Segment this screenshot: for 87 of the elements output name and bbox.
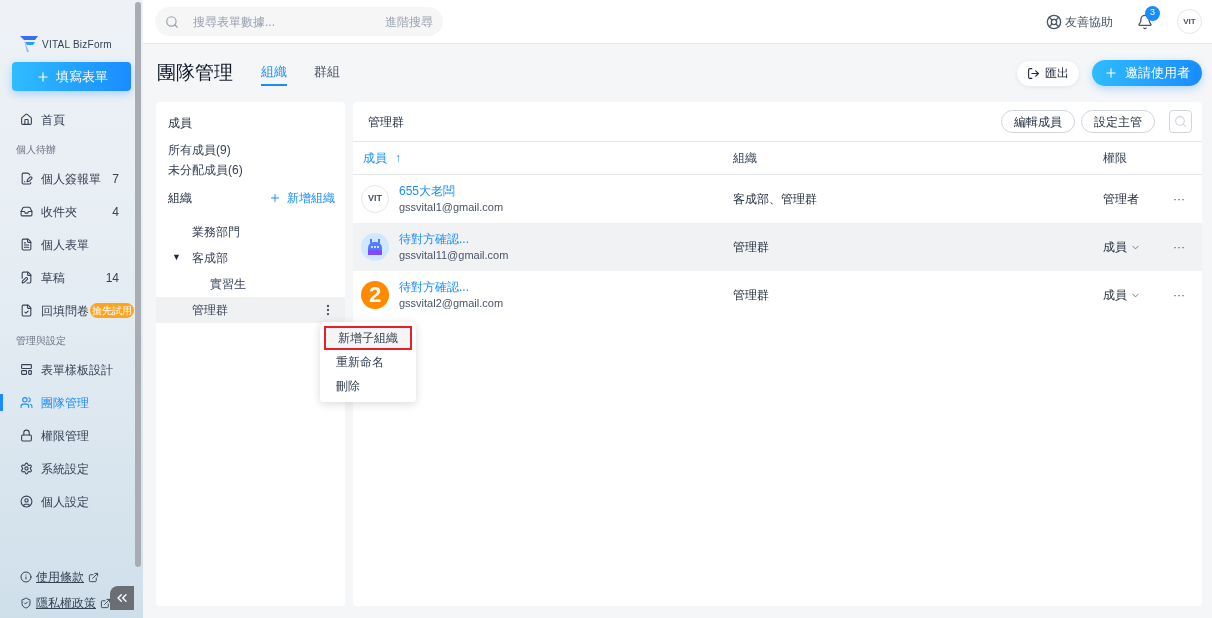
sort-arrow: ↑ — [395, 150, 401, 167]
user-avatar[interactable]: VIT — [1177, 9, 1202, 34]
sidebar-item[interactable]: 個人表單 — [0, 228, 143, 261]
lock-icon — [20, 429, 33, 442]
collapse-button[interactable] — [110, 586, 134, 610]
table-cell-text: 客成部、管理群 — [733, 191, 818, 208]
document-icon — [20, 238, 33, 251]
sidebar-item[interactable]: 系統設定 — [0, 452, 143, 485]
logo-icon — [20, 36, 38, 52]
plus-icon — [1104, 66, 1118, 80]
footer-link[interactable]: 隱私權政策 — [36, 594, 96, 612]
sidebar-item[interactable]: 首頁 — [0, 103, 143, 136]
sidebar-item[interactable]: 個人設定 — [0, 485, 143, 518]
export-icon — [1027, 66, 1040, 80]
panel-heading: 管理群 — [368, 113, 404, 131]
search-icon — [165, 14, 179, 29]
member-name[interactable]: 655大老闆 — [399, 183, 504, 199]
column-header[interactable]: 組織 — [733, 149, 1103, 167]
table-cell-text: 管理者 — [1103, 191, 1139, 208]
menu-item[interactable]: 重新命名 — [324, 350, 412, 374]
more-button[interactable]: ··· — [1173, 193, 1185, 205]
table-row[interactable]: 待對方確認... gssvital11@gmail.com 管理群 成員 ··· — [353, 223, 1202, 271]
user-circle-icon — [20, 495, 33, 508]
pen-document-icon — [20, 271, 33, 284]
more-button[interactable]: ··· — [1173, 241, 1185, 253]
section-label: 個人待辦 — [15, 142, 57, 157]
role-dropdown[interactable]: 成員 — [1103, 286, 1141, 304]
sidebar-item[interactable]: 個人簽報單 7 — [0, 162, 143, 195]
panel-heading: 成員 — [167, 115, 193, 132]
home-icon — [20, 113, 33, 126]
sidebar-item[interactable]: 表單樣板設計 — [0, 353, 143, 386]
footer-link[interactable]: 使用條款 — [36, 568, 84, 586]
number-avatar: 2 — [361, 281, 389, 309]
section-label: 管理與設定 — [15, 333, 67, 348]
tree-item[interactable]: 實習生 — [156, 271, 345, 297]
tree-item[interactable]: 管理群 — [156, 297, 345, 323]
template-icon — [20, 363, 33, 376]
panel-heading: 組織 — [168, 190, 192, 207]
sidebar-item[interactable]: 權限管理 — [0, 419, 143, 452]
logo-text: VITAL BizForm — [42, 37, 112, 52]
lifebuoy-icon — [1046, 13, 1062, 30]
scrollbar[interactable] — [135, 2, 141, 567]
shield-icon — [20, 597, 32, 609]
settings-icon — [20, 462, 33, 475]
info-icon — [20, 571, 32, 583]
check-document-icon — [20, 304, 33, 317]
bell-icon[interactable] — [1137, 13, 1153, 30]
sidebar-item[interactable]: 回填問卷 搶先試用 — [0, 294, 143, 327]
pen-document-icon — [20, 172, 33, 185]
member-name[interactable]: 待對方確認... — [399, 279, 504, 295]
page-title: 團隊管理 — [157, 60, 233, 85]
table-cell-text: 管理群 — [733, 287, 770, 304]
add-org-button[interactable]: 新增組織 — [269, 189, 335, 207]
member-filter[interactable]: 未分配成員(6) — [168, 162, 345, 179]
plus-icon — [35, 69, 50, 84]
column-header[interactable]: 成員 ↑ — [363, 149, 733, 167]
notification-count: 3 — [1145, 5, 1160, 21]
help-link[interactable]: 友善協助 — [1065, 12, 1113, 31]
plus-icon — [269, 192, 281, 204]
menu-item[interactable]: 新增子組織 — [324, 326, 412, 350]
external-link-icon — [88, 571, 99, 583]
external-link-icon — [100, 597, 111, 609]
member-email: gssvital11@gmail.com — [399, 248, 509, 263]
member-email: gssvital1@gmail.com — [399, 200, 504, 215]
column-header[interactable]: 權限 — [1103, 149, 1183, 167]
users-icon — [20, 396, 33, 409]
tree-item[interactable]: ▼ 客成部 — [156, 245, 345, 271]
avatar: VIT — [361, 185, 389, 213]
sidebar-item[interactable]: 草稿 14 — [0, 261, 143, 294]
search-icon — [1174, 115, 1187, 128]
member-filter[interactable]: 所有成員(9) — [168, 142, 345, 159]
sidebar-item[interactable]: 收件夾 4 — [0, 195, 143, 228]
trial-badge: 搶先試用 — [90, 303, 134, 318]
table-cell-text: 管理群 — [733, 239, 770, 256]
robot-avatar-icon — [361, 233, 389, 261]
export-button[interactable]: 匯出 — [1017, 60, 1079, 86]
inbox-icon — [20, 205, 33, 218]
count: 4 — [112, 203, 119, 221]
count: 14 — [105, 269, 119, 287]
role-dropdown[interactable]: 成員 — [1103, 238, 1141, 256]
more-button[interactable]: ··· — [1173, 289, 1185, 301]
tree-item[interactable]: 業務部門 — [156, 219, 345, 245]
menu-item[interactable]: 刪除 — [324, 374, 412, 398]
count: 7 — [112, 170, 119, 188]
tab[interactable]: 群組 — [314, 62, 340, 86]
caret-icon[interactable]: ▼ — [172, 251, 181, 265]
member-email: gssvital2@gmail.com — [399, 296, 504, 311]
